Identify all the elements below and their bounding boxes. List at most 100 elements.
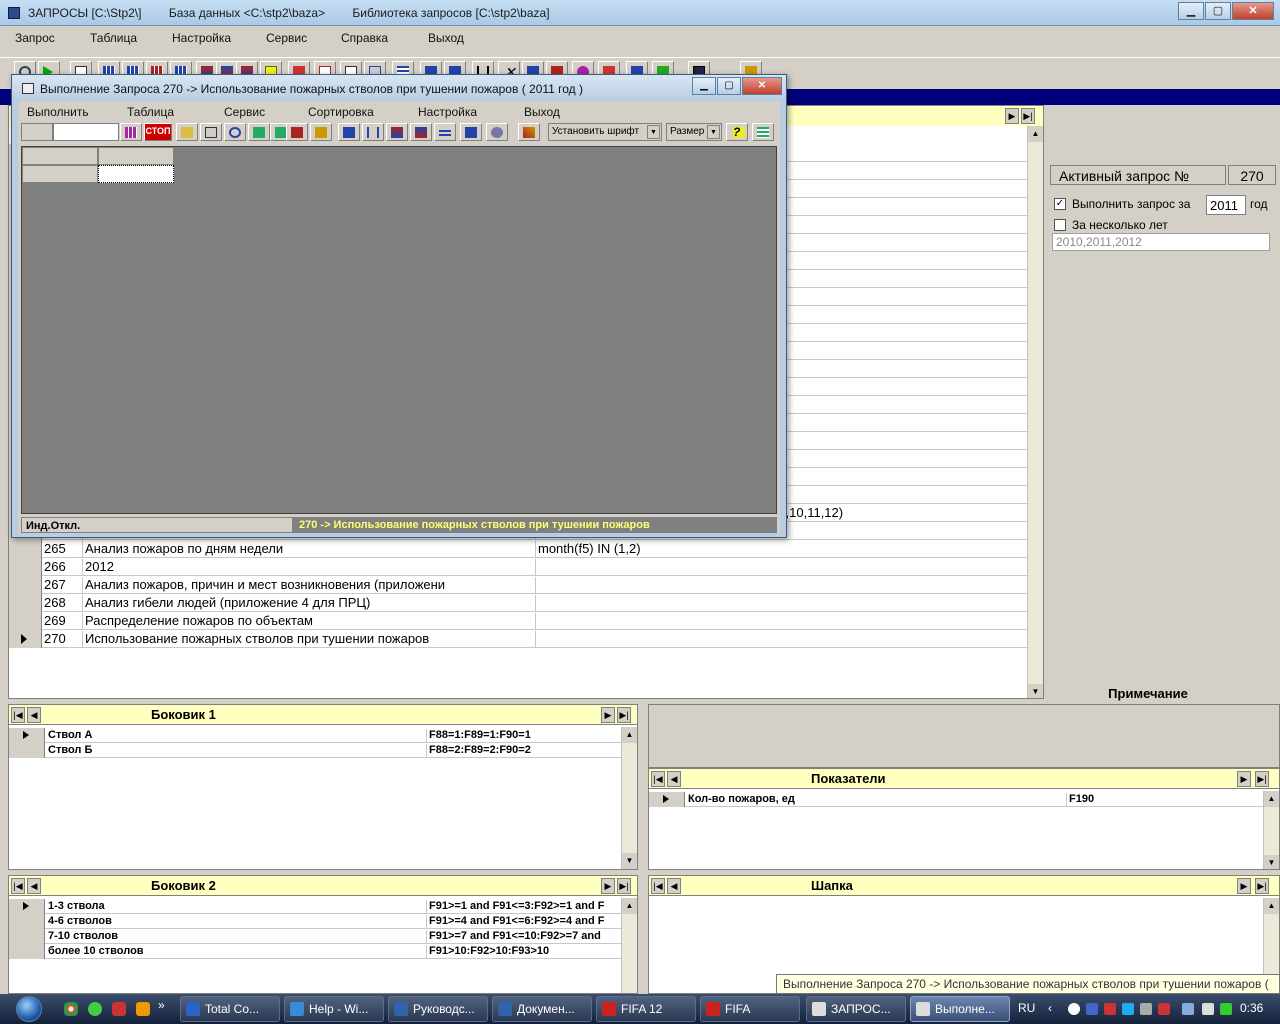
dialog-menu-service[interactable]: Сервис	[224, 105, 265, 119]
list-item[interactable]: 7-10 стволов F91>=7 and F91<=10:F92>=7 an…	[9, 929, 621, 944]
tray-icon[interactable]	[1158, 1003, 1170, 1015]
clock[interactable]: 0:36	[1240, 1001, 1263, 1015]
menu-service[interactable]: Сервис	[266, 31, 307, 45]
row-indicator[interactable]	[9, 899, 45, 914]
menu-table[interactable]: Таблица	[90, 31, 137, 45]
nav-next-icon[interactable]: ▶	[1237, 771, 1251, 787]
nav-first-icon[interactable]: |◀	[11, 878, 25, 894]
quicklaunch-icon[interactable]	[136, 1002, 150, 1016]
year-input[interactable]: 2011	[1206, 195, 1246, 215]
row-indicator[interactable]	[9, 944, 45, 959]
row-indicator[interactable]	[9, 540, 42, 558]
row-indicator[interactable]	[9, 743, 45, 758]
taskbar-task[interactable]: Выполне...	[910, 996, 1010, 1022]
row-indicator[interactable]	[9, 594, 42, 612]
scroll-up-icon[interactable]: ▲	[622, 898, 637, 914]
dialog-field-2[interactable]	[53, 123, 119, 141]
taskbar-task[interactable]: Total Co...	[180, 996, 280, 1022]
grid-settings-icon[interactable]	[752, 123, 774, 141]
nav-last-icon[interactable]: ▶|	[1255, 771, 1269, 787]
tray-icon[interactable]	[1086, 1003, 1098, 1015]
row-indicator[interactable]	[9, 728, 45, 743]
help-icon[interactable]: ?	[726, 123, 748, 141]
nav-prev-icon[interactable]: ◀	[27, 878, 41, 894]
dialog-maximize-button[interactable]: ▢	[717, 77, 741, 95]
sort-asc-icon[interactable]	[386, 123, 408, 141]
taskbar-task[interactable]: ЗАПРОС...	[806, 996, 906, 1022]
cut-icon[interactable]	[362, 123, 384, 141]
bokovik1-scrollbar[interactable]: ▲ ▼	[621, 727, 637, 869]
scroll-up-icon[interactable]: ▲	[1028, 126, 1043, 142]
equals-icon[interactable]	[434, 123, 456, 141]
row-indicator[interactable]	[9, 929, 45, 944]
nav-first-icon[interactable]: |◀	[651, 771, 665, 787]
nav-last-icon[interactable]: ▶|	[1021, 108, 1035, 124]
menu-query[interactable]: Запрос	[15, 31, 55, 45]
scroll-thumb[interactable]	[1028, 664, 1043, 680]
quicklaunch-more-icon[interactable]: »	[158, 998, 165, 1012]
pointer-icon[interactable]	[286, 123, 308, 141]
graph-icon[interactable]	[518, 123, 540, 141]
scroll-up-icon[interactable]: ▲	[622, 727, 637, 743]
bokovik2-scrollbar[interactable]: ▲	[621, 898, 637, 993]
scroll-up-icon[interactable]: ▲	[1264, 791, 1279, 807]
scroll-down-icon[interactable]: ▼	[1028, 684, 1043, 698]
years-field[interactable]: 2010,2011,2012	[1052, 233, 1270, 251]
font-combo[interactable]: Установить шрифт ▼	[548, 123, 662, 141]
print-icon[interactable]	[200, 123, 222, 141]
nav-next-icon[interactable]: ▶	[601, 707, 615, 723]
row-indicator[interactable]	[649, 792, 685, 807]
row-indicator[interactable]	[9, 630, 42, 648]
row-indicator[interactable]	[9, 558, 42, 576]
query-table-scrollbar[interactable]: ▲ ▼	[1027, 126, 1043, 698]
chevron-down-icon[interactable]: ▼	[647, 125, 660, 139]
maximize-button[interactable]: ▢	[1205, 2, 1231, 20]
quicklaunch-icon[interactable]	[112, 1002, 126, 1016]
dialog-menu-sort[interactable]: Сортировка	[308, 105, 374, 119]
dialog-field-1[interactable]	[21, 123, 53, 141]
tray-icon[interactable]	[1220, 1003, 1232, 1015]
user-icon[interactable]	[486, 123, 508, 141]
scroll-up-icon[interactable]: ▲	[1264, 898, 1279, 914]
chevron-down-icon[interactable]: ▼	[707, 125, 720, 139]
list-item[interactable]: 1-3 ствола F91>=1 and F91<=3:F92>=1 and F	[9, 899, 621, 914]
link-icon[interactable]	[338, 123, 360, 141]
list-item[interactable]: Ствол А F88=1:F89=1:F90=1	[9, 728, 621, 743]
row-indicator[interactable]	[9, 612, 42, 630]
tray-icon[interactable]	[1068, 1003, 1080, 1015]
run-year-checkbox[interactable]: ✓	[1054, 198, 1066, 210]
tray-expand-icon[interactable]: ‹	[1048, 1001, 1052, 1015]
list-item[interactable]: более 10 стволов F91>10:F92>10:F93>10	[9, 944, 621, 959]
tray-icon[interactable]	[1122, 1003, 1134, 1015]
taskbar-task[interactable]: Help - Wi...	[284, 996, 384, 1022]
grid-cell[interactable]	[98, 165, 174, 183]
list-item[interactable]: Ствол Б F88=2:F89=2:F90=2	[9, 743, 621, 758]
tray-icon[interactable]	[1140, 1003, 1152, 1015]
dialog-menu-run[interactable]: Выполнить	[27, 105, 89, 119]
chrome-icon[interactable]	[64, 1002, 78, 1016]
nav-next-icon[interactable]: ▶	[1237, 878, 1251, 894]
nav-first-icon[interactable]: |◀	[651, 878, 665, 894]
tray-icon[interactable]	[1104, 1003, 1116, 1015]
menu-help[interactable]: Справка	[341, 31, 388, 45]
scroll-down-icon[interactable]: ▼	[1264, 855, 1279, 869]
minimize-button[interactable]: ▁	[1178, 2, 1204, 20]
dialog-menu-exit[interactable]: Выход	[524, 105, 560, 119]
open-folder-icon[interactable]	[176, 123, 198, 141]
nav-last-icon[interactable]: ▶|	[1255, 878, 1269, 894]
volume-icon[interactable]	[1202, 1003, 1214, 1015]
start-button[interactable]	[10, 994, 50, 1024]
nav-last-icon[interactable]: ▶|	[617, 878, 631, 894]
menu-exit[interactable]: Выход	[428, 31, 464, 45]
nav-prev-icon[interactable]: ◀	[27, 707, 41, 723]
taskbar-task[interactable]: FIFA 12	[596, 996, 696, 1022]
table-row[interactable]: 266 2012	[9, 558, 1029, 576]
table-grid-icon[interactable]	[120, 123, 142, 141]
multi-year-checkbox[interactable]	[1054, 219, 1066, 231]
pokazateli-scrollbar[interactable]: ▲ ▼	[1263, 791, 1279, 869]
result-grid[interactable]	[21, 146, 777, 514]
taskbar-task[interactable]: Докумен...	[492, 996, 592, 1022]
table-view-icon[interactable]	[460, 123, 482, 141]
close-button[interactable]: ✕	[1232, 2, 1274, 20]
nav-prev-icon[interactable]: ◀	[667, 771, 681, 787]
